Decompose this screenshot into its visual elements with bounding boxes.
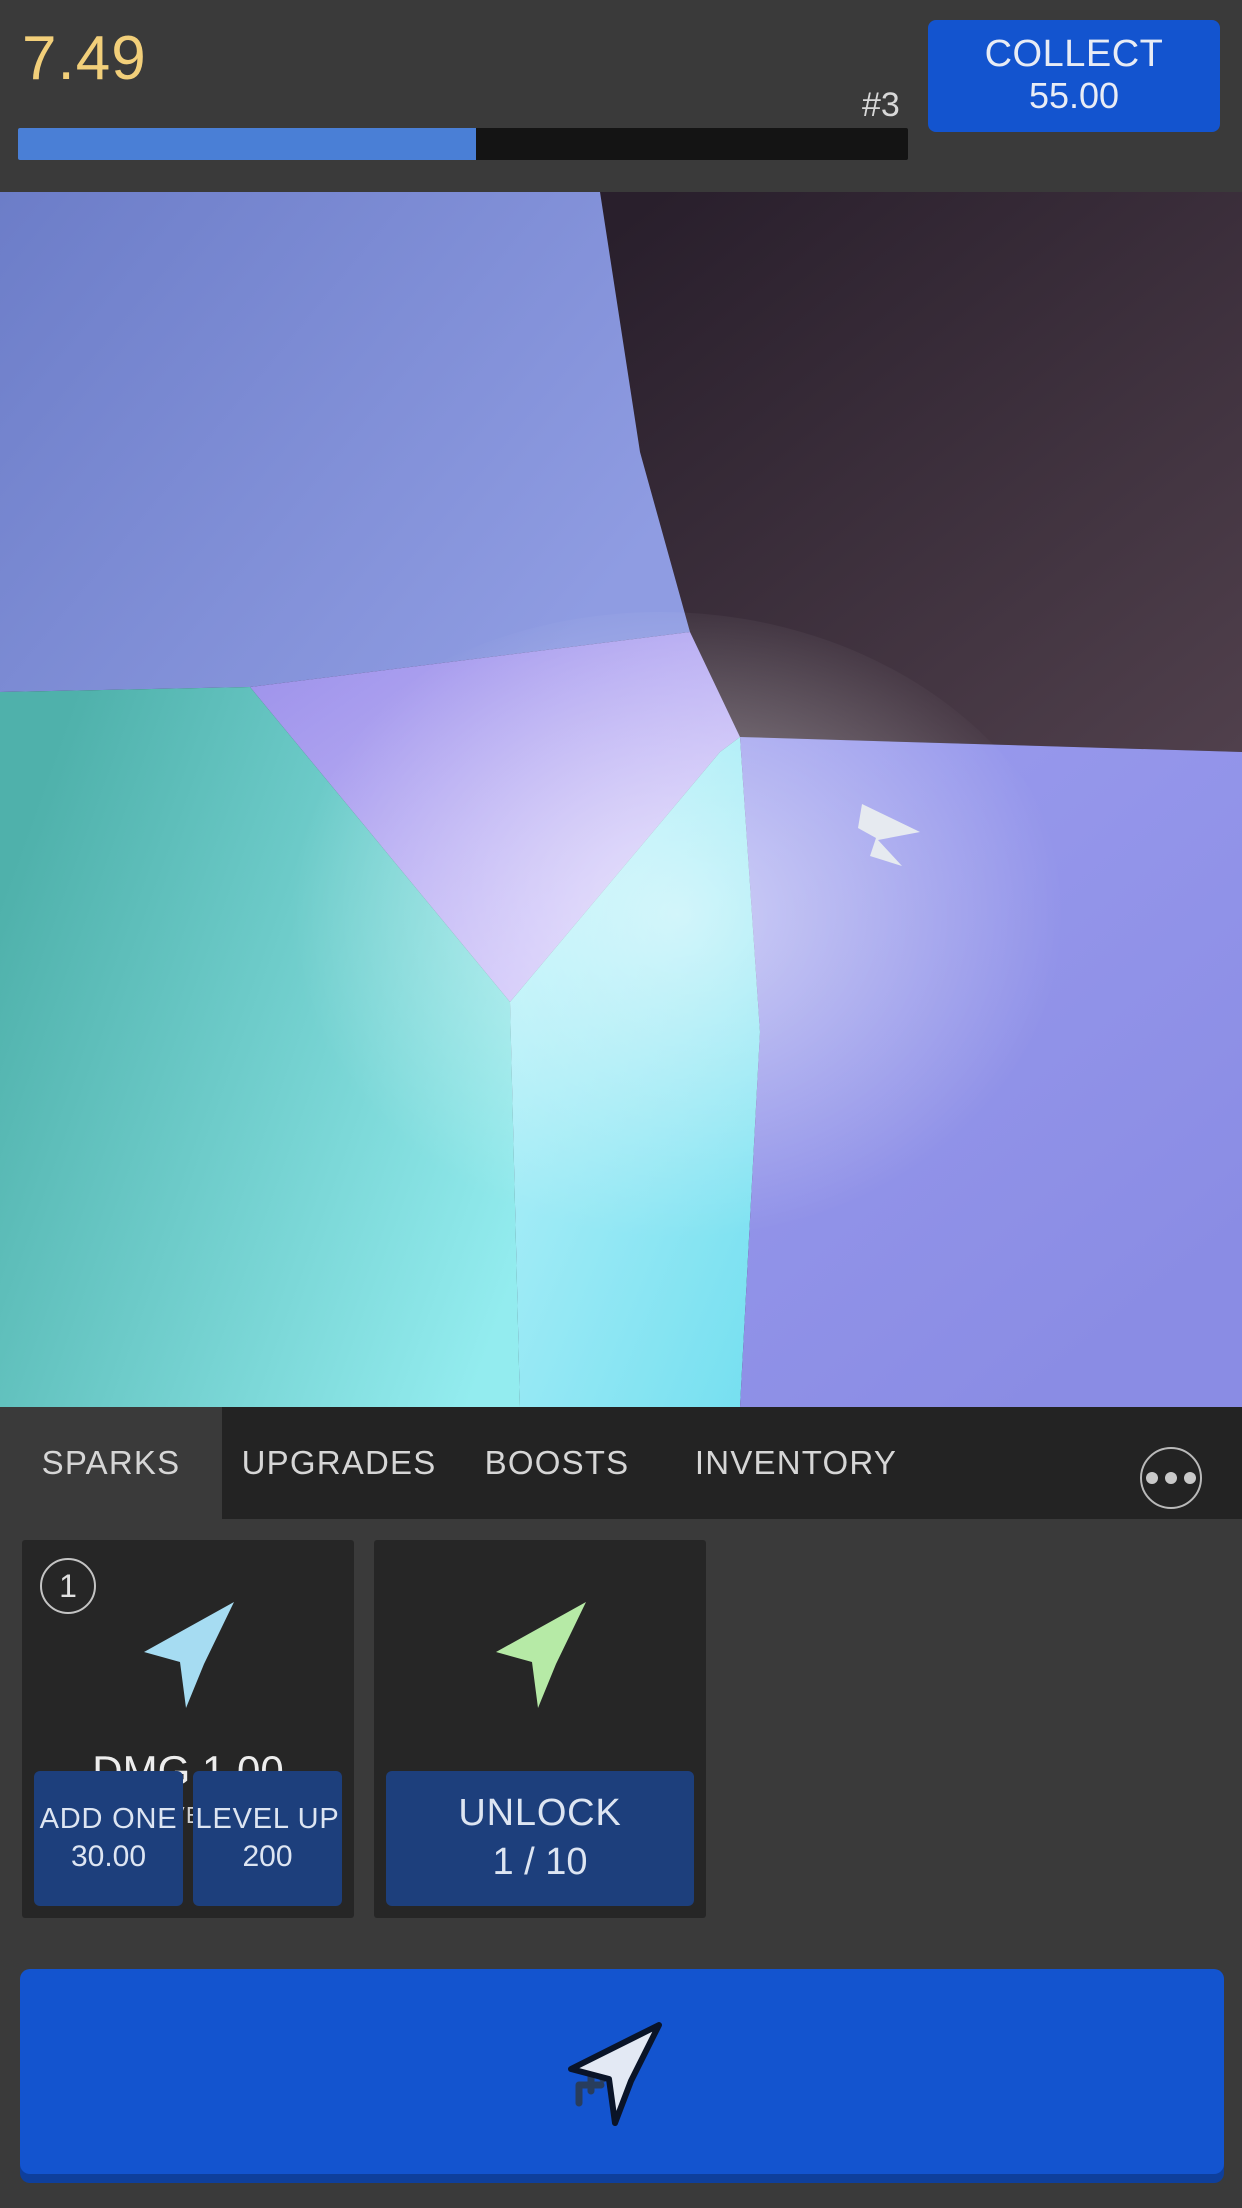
progress-bar [18, 128, 908, 160]
arrow-spark-icon [374, 1570, 706, 1740]
header-bar: 7.49 #3 COLLECT 55.00 [0, 0, 1242, 192]
spark-card-list: 1 DMG 1.00 LEVEL 0 ADD ONE 30.00 LEVEL U… [0, 1519, 1242, 1939]
game-screen: 7.49 #3 COLLECT 55.00 SPARKS UPGRADES BO… [0, 0, 1242, 2208]
dot [1184, 1472, 1196, 1484]
progress-bar-fill [18, 128, 477, 160]
level-up-cost: 200 [242, 1840, 293, 1874]
spark-card-actions: ADD ONE 30.00 LEVEL UP 200 [34, 1771, 342, 1906]
dot [1146, 1472, 1158, 1484]
unlock-button[interactable]: UNLOCK 1 / 10 [386, 1771, 694, 1906]
game-viewport[interactable] [0, 192, 1242, 1407]
rank-badge: #3 [862, 86, 900, 124]
score-value: 7.49 [22, 24, 147, 93]
more-horizontal-icon[interactable] [1140, 1447, 1202, 1509]
unlock-progress: 1 / 10 [492, 1840, 588, 1883]
dot [1165, 1472, 1177, 1484]
click-action-button[interactable] [20, 1969, 1224, 2174]
tab-boosts[interactable]: BOOSTS [456, 1407, 658, 1519]
locked-card-actions: UNLOCK 1 / 10 [386, 1771, 694, 1906]
tab-sparks[interactable]: SPARKS [0, 1407, 222, 1519]
add-one-button[interactable]: ADD ONE 30.00 [34, 1771, 183, 1906]
tab-upgrades[interactable]: UPGRADES [222, 1407, 456, 1519]
level-up-title: LEVEL UP [195, 1802, 340, 1835]
tab-bar: SPARKS UPGRADES BOOSTS INVENTORY [0, 1407, 1242, 1519]
level-up-button[interactable]: LEVEL UP 200 [193, 1771, 342, 1906]
collect-button-value: 55.00 [1028, 75, 1120, 117]
spark-card-locked[interactable]: UNLOCK 1 / 10 [374, 1540, 706, 1918]
add-one-title: ADD ONE [39, 1802, 178, 1835]
crystal-facets [0, 192, 1242, 1407]
arrow-spark-icon [22, 1570, 354, 1740]
cursor-click-icon [568, 2021, 662, 2126]
collect-button-label: COLLECT [984, 33, 1164, 76]
unlock-title: UNLOCK [458, 1792, 622, 1835]
add-one-cost: 30.00 [70, 1840, 147, 1874]
spark-card[interactable]: 1 DMG 1.00 LEVEL 0 ADD ONE 30.00 LEVEL U… [22, 1540, 354, 1918]
tab-inventory[interactable]: INVENTORY [658, 1407, 934, 1519]
collect-button[interactable]: COLLECT 55.00 [928, 20, 1220, 132]
